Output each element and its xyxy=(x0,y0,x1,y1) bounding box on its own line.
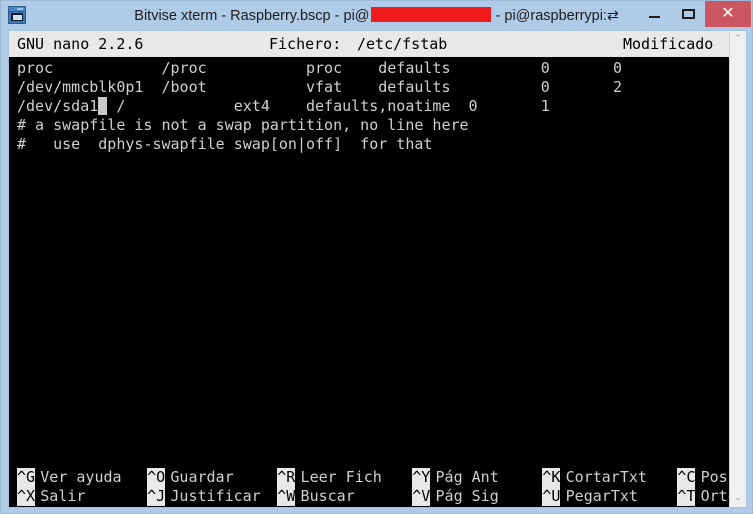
nano-shortcut-key[interactable]: ^G xyxy=(17,468,36,487)
nano-shortcut-key[interactable]: ^T xyxy=(677,487,696,506)
nano-shortcut-key[interactable]: ^Y xyxy=(412,468,431,487)
nano-file-label: Fichero: xyxy=(269,35,342,53)
terminal-window-icon xyxy=(8,6,26,24)
nano-title-bar: GNU nano 2.2.6 Fichero: /etc/fstab Modif… xyxy=(9,31,730,57)
nano-shortcut-key[interactable]: ^U xyxy=(542,487,561,506)
nano-shortcut-key[interactable]: ^V xyxy=(412,487,431,506)
nano-shortcut-key[interactable]: ^C xyxy=(677,468,696,487)
vertical-scrollbar[interactable]: ⌃ ⌄ xyxy=(729,31,746,507)
nano-edit-area[interactable]: proc /proc proc defaults 0 0/dev/mmcblk0… xyxy=(9,57,730,468)
nano-shortcut-label[interactable]: Salir xyxy=(40,487,85,506)
scroll-up-arrow-icon[interactable]: ⌃ xyxy=(730,31,746,48)
nano-text-line: # use dphys-swapfile swap[on|off] for th… xyxy=(17,135,433,153)
nano-shortcut-label[interactable]: Pág Sig xyxy=(436,487,499,506)
maximize-button[interactable] xyxy=(671,1,705,27)
nano-shortcut-label[interactable]: Justificar xyxy=(170,487,260,506)
close-icon: ✕ xyxy=(721,5,735,22)
nano-shortcut-key[interactable]: ^O xyxy=(147,468,166,487)
window-title-prefix: Bitvise xterm - Raspberry.bscp - pi@ xyxy=(134,8,370,24)
terminal-client-area: GNU nano 2.2.6 Fichero: /etc/fstab Modif… xyxy=(8,30,747,508)
application-window: Bitvise xterm - Raspberry.bscp - pi@ - p… xyxy=(0,0,753,514)
window-title-glyph: ⇄ xyxy=(606,7,619,23)
close-button[interactable]: ✕ xyxy=(705,1,751,27)
nano-text-line: /dev/sda1 / ext4 defaults,noatime 0 1 xyxy=(17,97,550,115)
nano-shortcut-label[interactable]: Ver ayuda xyxy=(40,468,121,487)
app-icon-bar-part xyxy=(17,8,23,10)
nano-shortcut-label[interactable]: PegarTxt xyxy=(566,487,638,506)
nano-version-label: GNU nano 2.2.6 xyxy=(17,35,144,53)
nano-shortcut-key[interactable]: ^R xyxy=(277,468,296,487)
app-icon-glyph-part xyxy=(13,15,22,20)
nano-help-row-2: ^X Salir ^J Justificar ^W Buscar ^V Pág Sig ^U Pe… xyxy=(9,487,730,506)
nano-shortcut-label[interactable]: Leer Fich xyxy=(301,468,382,487)
nano-shortcut-label[interactable]: Buscar xyxy=(301,487,355,506)
nano-file-path: /etc/fstab xyxy=(357,35,448,53)
nano-help-row-1: ^G Ver ayuda ^O Guardar ^R Leer Fich ^Y Pág Ant… xyxy=(9,468,730,487)
nano-shortcut-label[interactable]: Pos actual xyxy=(701,468,730,487)
nano-text-line: # a swapfile is not a swap partition, no… xyxy=(17,116,469,134)
window-title-suffix: - pi@raspberrypi: xyxy=(491,8,607,24)
scroll-down-arrow-icon[interactable]: ⌄ xyxy=(730,490,746,507)
nano-help-bar: ^G Ver ayuda ^O Guardar ^R Leer Fich ^Y Pág Ant… xyxy=(9,468,730,507)
maximize-icon xyxy=(682,9,695,19)
terminal-screen[interactable]: GNU nano 2.2.6 Fichero: /etc/fstab Modif… xyxy=(9,31,730,507)
nano-shortcut-key[interactable]: ^K xyxy=(542,468,561,487)
nano-shortcut-key[interactable]: ^W xyxy=(277,487,296,506)
minimize-button[interactable] xyxy=(637,1,671,27)
nano-shortcut-key[interactable]: ^X xyxy=(17,487,36,506)
nano-shortcut-label[interactable]: CortarTxt xyxy=(566,468,647,487)
minimize-icon xyxy=(649,16,660,18)
nano-shortcut-key[interactable]: ^J xyxy=(147,487,166,506)
nano-text-line: proc /proc proc defaults 0 0 xyxy=(17,59,623,77)
title-bar[interactable]: Bitvise xterm - Raspberry.bscp - pi@ - p… xyxy=(1,1,752,29)
nano-shortcut-label[interactable]: Guardar xyxy=(170,468,233,487)
nano-shortcut-label[interactable]: Pág Ant xyxy=(436,468,499,487)
nano-shortcut-label[interactable]: Ortografía xyxy=(701,487,730,506)
redacted-hostname-block xyxy=(370,7,491,22)
text-cursor xyxy=(98,97,108,115)
nano-text-line: /dev/mmcblk0p1 /boot vfat defaults 0 2 xyxy=(17,78,623,96)
nano-modified-status: Modificado xyxy=(623,35,714,53)
